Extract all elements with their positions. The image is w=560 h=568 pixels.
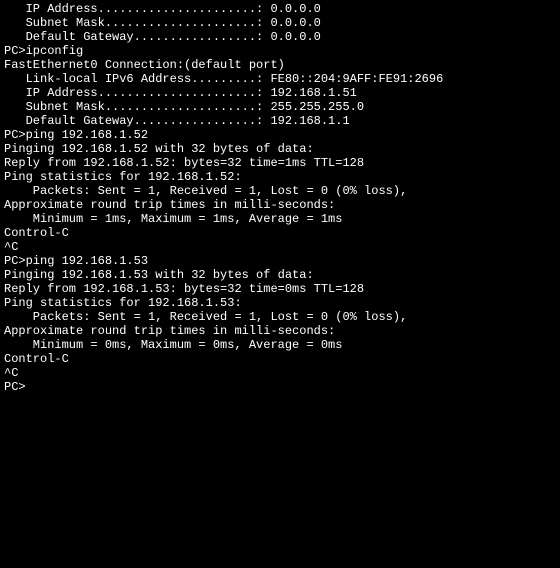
output-line: ^C bbox=[4, 366, 560, 380]
output-line: Ping statistics for 192.168.1.52: bbox=[4, 170, 560, 184]
terminal-output[interactable]: IP Address......................: 0.0.0.… bbox=[4, 2, 560, 394]
output-line: Pinging 192.168.1.52 with 32 bytes of da… bbox=[4, 142, 560, 156]
output-line: Reply from 192.168.1.53: bytes=32 time=0… bbox=[4, 282, 560, 296]
output-line: Default Gateway.................: 0.0.0.… bbox=[4, 30, 560, 44]
output-line: Control-C bbox=[4, 226, 560, 240]
command-line: PC>ping 192.168.1.52 bbox=[4, 128, 560, 142]
output-line: Default Gateway.................: 192.16… bbox=[4, 114, 560, 128]
output-line: Control-C bbox=[4, 352, 560, 366]
output-line: Packets: Sent = 1, Received = 1, Lost = … bbox=[4, 310, 560, 324]
output-line: Subnet Mask.....................: 255.25… bbox=[4, 100, 560, 114]
output-line: Pinging 192.168.1.53 with 32 bytes of da… bbox=[4, 268, 560, 282]
output-line: Minimum = 1ms, Maximum = 1ms, Average = … bbox=[4, 212, 560, 226]
output-line: Approximate round trip times in milli-se… bbox=[4, 324, 560, 338]
output-line: Approximate round trip times in milli-se… bbox=[4, 198, 560, 212]
output-line: Link-local IPv6 Address.........: FE80::… bbox=[4, 72, 560, 86]
output-line: Packets: Sent = 1, Received = 1, Lost = … bbox=[4, 184, 560, 198]
output-line: Ping statistics for 192.168.1.53: bbox=[4, 296, 560, 310]
output-line: IP Address......................: 192.16… bbox=[4, 86, 560, 100]
output-line: Subnet Mask.....................: 0.0.0.… bbox=[4, 16, 560, 30]
prompt-line[interactable]: PC> bbox=[4, 380, 560, 394]
output-line: IP Address......................: 0.0.0.… bbox=[4, 2, 560, 16]
output-line: Minimum = 0ms, Maximum = 0ms, Average = … bbox=[4, 338, 560, 352]
output-line: ^C bbox=[4, 240, 560, 254]
command-line: PC>ping 192.168.1.53 bbox=[4, 254, 560, 268]
output-line: FastEthernet0 Connection:(default port) bbox=[4, 58, 560, 72]
command-line: PC>ipconfig bbox=[4, 44, 560, 58]
output-line: Reply from 192.168.1.52: bytes=32 time=1… bbox=[4, 156, 560, 170]
